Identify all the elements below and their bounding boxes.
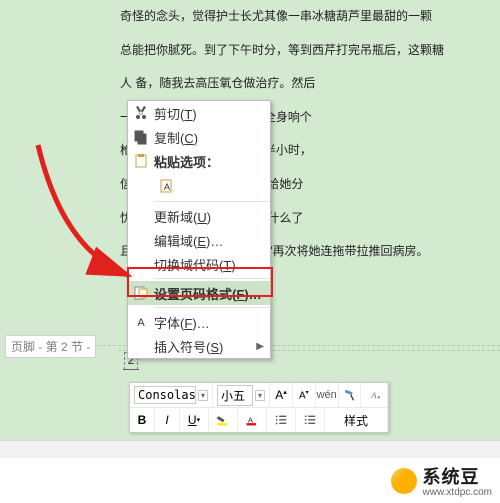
numbering-button[interactable] — [296, 408, 325, 432]
font-color-button[interactable]: A — [238, 408, 267, 432]
highlight-icon — [216, 413, 230, 427]
styles-label: 样式 — [344, 412, 368, 429]
brand-name: 系统豆 — [423, 463, 480, 489]
menu-insert-symbol[interactable]: 插入符号(S) ▶ — [128, 334, 270, 358]
menu-edit-field[interactable]: 编辑域(E)… — [128, 228, 270, 252]
svg-text:A: A — [164, 182, 170, 192]
font-icon: A — [128, 314, 154, 330]
menu-label: 编辑域(E)… — [154, 231, 270, 250]
underline-button[interactable]: U ▾ — [180, 408, 209, 432]
menu-label: 字体(F)… — [154, 313, 270, 332]
svg-text:▾: ▾ — [378, 396, 381, 401]
ruby-icon: wén — [317, 390, 337, 401]
chevron-down-icon: ▾ — [198, 390, 208, 401]
svg-text:A: A — [370, 391, 377, 400]
menu-separator — [154, 307, 270, 308]
underline-icon: U — [188, 413, 197, 427]
chevron-down-icon: ▾ — [255, 390, 265, 401]
menu-label: 设置页码格式(F)… — [154, 284, 270, 303]
mini-toolbar: Consolas▾ 小五▾ A▴ A▾ wén A▾ B I U ▾ A — [129, 382, 389, 433]
footer-section-label: 页脚 - 第 2 节 - — [5, 335, 96, 358]
format-painter-button[interactable] — [339, 383, 362, 407]
font-name-dropdown[interactable]: Consolas▾ — [130, 383, 213, 407]
font-color-icon: A — [245, 413, 259, 427]
scissors-icon — [128, 105, 154, 121]
font-name-value: Consolas — [134, 386, 196, 404]
clear-formatting-button[interactable]: A▾ — [361, 383, 388, 407]
menu-label: 复制(C) — [154, 128, 270, 147]
doc-line: 总能把你腻死。到了下午时分，等到西芹打完吊瓶后，这颗糖 — [120, 34, 490, 68]
svg-text:A: A — [137, 317, 145, 329]
annotation-arrow-icon — [33, 140, 143, 290]
bullets-icon — [274, 413, 288, 427]
menu-separator — [154, 278, 270, 279]
bullets-button[interactable] — [267, 408, 296, 432]
shrink-font-button[interactable]: A▾ — [293, 383, 316, 407]
bold-icon: B — [138, 413, 147, 427]
font-size-value: 小五 — [217, 385, 253, 406]
menu-copy[interactable]: 复制(C) — [128, 125, 270, 149]
bold-button[interactable]: B — [130, 408, 155, 432]
grow-font-button[interactable]: A▴ — [270, 383, 293, 407]
italic-icon: I — [165, 413, 168, 427]
brand-url: www.xtdpc.com — [423, 487, 492, 498]
phonetic-guide-button[interactable]: wén — [316, 383, 339, 407]
highlight-button[interactable] — [209, 408, 238, 432]
doc-line: 奇怪的念头，觉得护士长尤其像一串冰糖葫芦里最甜的一颗 — [120, 0, 490, 34]
chevron-right-icon: ▶ — [256, 341, 264, 352]
menu-separator — [154, 201, 270, 202]
numbering-icon — [303, 413, 317, 427]
menu-label: 粘贴选项： — [154, 152, 270, 171]
menu-paste-option-item[interactable]: A — [128, 173, 270, 199]
styles-button[interactable]: 样式 — [325, 408, 388, 432]
menu-cut[interactable]: 剪切(T) — [128, 101, 270, 125]
font-size-dropdown[interactable]: 小五▾ — [213, 383, 270, 407]
brand-logo-icon — [391, 468, 417, 494]
svg-text:A: A — [248, 415, 254, 424]
menu-label: 插入符号(S) — [154, 337, 270, 356]
menu-label: 剪切(T) — [154, 104, 270, 123]
doc-line: 人 备，随我去高压氧仓做治疗。然后 — [120, 67, 490, 101]
paste-keep-text-icon: A — [154, 178, 180, 194]
styles-a-icon: A▾ — [367, 388, 381, 402]
menu-update-field[interactable]: 更新域(U) — [128, 204, 270, 228]
format-painter-icon — [343, 388, 357, 402]
menu-font[interactable]: A 字体(F)… — [128, 310, 270, 334]
italic-button[interactable]: I — [155, 408, 180, 432]
menu-toggle-field-code[interactable]: 切换域代码(T) — [128, 252, 270, 276]
watermark: 系统豆 www.xtdpc.com — [0, 458, 500, 503]
menu-label: 更新域(U) — [154, 207, 270, 226]
menu-label: 切换域代码(T) — [154, 255, 270, 274]
context-menu: 剪切(T) 复制(C) 粘贴选项： A 更新域(U) 编辑域(E — [127, 100, 271, 359]
menu-paste-options[interactable]: 粘贴选项： — [128, 149, 270, 173]
menu-page-number-format[interactable]: 设置页码格式(F)… — [128, 281, 270, 305]
